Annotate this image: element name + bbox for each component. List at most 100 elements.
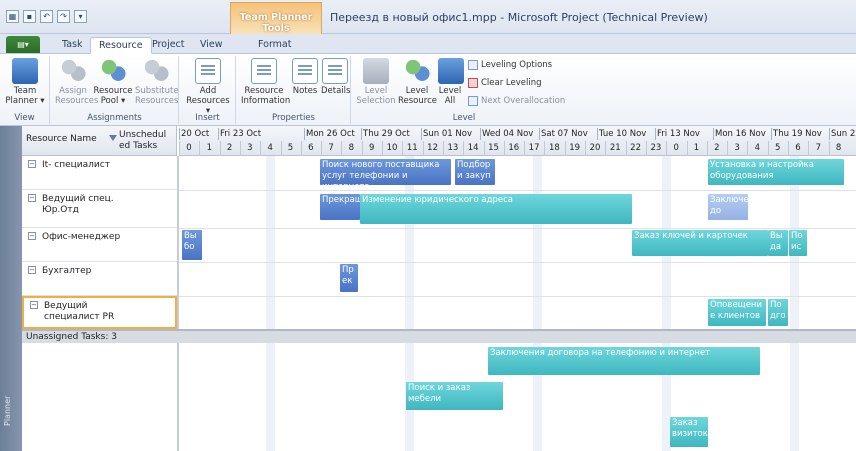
timescale-date: Thu 29 Oct: [363, 129, 410, 139]
task-bar[interactable]: Пр ек: [340, 264, 358, 292]
task-bar[interactable]: Заказ ключей и карточек: [632, 230, 768, 256]
task-bar[interactable]: Поиск и заказ мебели: [406, 382, 503, 410]
timescale-day-separator: [625, 141, 627, 156]
timescale-day-separator: [686, 141, 688, 156]
assign-resources-icon: [60, 58, 86, 84]
row-gridline: [179, 262, 856, 263]
leveling-options-icon: [468, 60, 478, 70]
timescale-date: Sun 01 Nov: [423, 129, 472, 139]
clear-leveling-button[interactable]: Clear Leveling: [468, 78, 542, 88]
task-bar[interactable]: Изменение юридического адреса: [360, 194, 632, 224]
collapse-icon[interactable]: −: [28, 194, 36, 202]
resource-name: Ведущий спец. Юр.Отд: [42, 194, 114, 215]
filter-icon[interactable]: [109, 135, 117, 141]
pane-divider[interactable]: [177, 156, 179, 451]
tab-format[interactable]: Format: [250, 37, 299, 54]
timescale-day-separator: [341, 141, 343, 156]
timescale-day: 3: [247, 143, 253, 153]
task-bar[interactable]: Заключения договора на телефонию и интер…: [488, 347, 760, 375]
level-all-button[interactable]: Level All: [438, 58, 464, 106]
timescale-day-separator: [585, 141, 586, 156]
leveling-options-button[interactable]: Leveling Options: [468, 60, 552, 70]
task-bar[interactable]: Вы да: [768, 230, 788, 256]
substitute-resources-button[interactable]: Substitute Resources: [135, 58, 179, 106]
resource-row[interactable]: − Бухгалтер: [22, 262, 177, 296]
resource-name: It- специалист: [42, 160, 110, 170]
group-label-level: Level: [452, 113, 476, 123]
timescale-day-separator: [767, 141, 769, 156]
timescale-separator: [655, 128, 656, 140]
group-insert: Add Resources ▾ Insert: [180, 56, 236, 124]
resource-information-button[interactable]: Resource Information: [241, 58, 291, 106]
team-planner-button[interactable]: Team Planner ▾: [4, 58, 46, 106]
timescale-day: 8: [348, 143, 355, 153]
resource-row[interactable]: − It- специалист: [22, 156, 177, 190]
collapse-icon[interactable]: −: [30, 301, 38, 309]
task-bar[interactable]: Заказ визиток: [670, 417, 708, 447]
substitute-resources-icon: [143, 58, 169, 84]
collapse-icon[interactable]: −: [28, 232, 36, 240]
file-button[interactable]: ▤▾: [6, 36, 40, 53]
nonworking-day: [266, 156, 275, 451]
group-assignments: Assign Resources Resource Pool ▾ Substit…: [51, 56, 179, 124]
resource-column-header[interactable]: Resource Name Unschedul ed Tasks: [22, 126, 177, 156]
collapse-icon[interactable]: −: [28, 160, 36, 168]
timescale-day-separator: [483, 141, 485, 156]
undo-icon[interactable]: ↶: [40, 10, 53, 23]
next-overallocation-button[interactable]: Next Overallocation: [468, 96, 565, 106]
app-icon[interactable]: ▦: [6, 10, 19, 23]
customize-qat-icon[interactable]: ▾: [74, 10, 87, 23]
timescale-day: 2: [226, 143, 233, 153]
resource-pool-label: Resource Pool ▾: [93, 86, 133, 106]
level-selection-button[interactable]: Level Selection: [356, 58, 396, 106]
task-bar[interactable]: По ис: [789, 230, 807, 256]
timescale-day-separator: [727, 141, 729, 156]
timescale-day-separator: [422, 141, 424, 156]
tab-resource[interactable]: Resource: [90, 37, 152, 54]
tab-view[interactable]: View: [192, 37, 231, 54]
level-selection-label: Level Selection: [356, 86, 396, 106]
task-bar[interactable]: По дго: [768, 299, 788, 326]
timescale-day: 7: [328, 143, 334, 153]
add-resources-button[interactable]: Add Resources ▾: [186, 58, 230, 116]
timescale-date: Tue 10 Nov: [599, 129, 647, 139]
resource-row[interactable]: − Ведущий спец. Юр.Отд: [22, 190, 177, 228]
task-bar[interactable]: Заключение до: [708, 194, 748, 220]
resource-row[interactable]: − Офис-менеджер: [22, 228, 177, 262]
task-bar[interactable]: Прекращение: [320, 194, 360, 220]
timescale-day-separator: [666, 141, 668, 156]
timescale-day: 1: [693, 143, 700, 153]
task-bar[interactable]: Подбор и закуп: [455, 159, 495, 185]
assign-resources-button[interactable]: Assign Resources: [55, 58, 98, 106]
timescale-day-separator: [179, 141, 180, 156]
timescale-date: Mon 16 Nov: [715, 129, 766, 139]
timescale-day: 11: [406, 143, 418, 153]
level-resource-button[interactable]: Level Resource: [398, 58, 437, 106]
unscheduled-tasks-header[interactable]: Unschedul ed Tasks: [119, 130, 176, 152]
tab-task[interactable]: Task: [54, 37, 91, 54]
next-overallocation-icon: [468, 96, 478, 106]
timescale-date: Thu 19 Nov: [773, 129, 822, 139]
notes-button[interactable]: Notes: [291, 58, 319, 96]
resource-pool-button[interactable]: Resource Pool ▾: [93, 58, 133, 106]
level-resource-icon: [404, 58, 430, 84]
redo-icon[interactable]: ↷: [57, 10, 70, 23]
team-planner-icon: [12, 58, 38, 84]
task-bar[interactable]: Оповещени е клиентов: [708, 299, 766, 326]
details-button[interactable]: Details: [321, 58, 350, 96]
task-bar[interactable]: Поиск нового поставщика услуг телефонии …: [320, 159, 451, 185]
timescale-date: Fri 13 Nov: [657, 129, 700, 139]
resource-information-label: Resource Information: [241, 86, 291, 106]
unassigned-tasks-header[interactable]: Unassigned Tasks: 3: [22, 329, 856, 343]
collapse-icon[interactable]: −: [28, 266, 36, 274]
view-bar[interactable]: Planner: [0, 126, 22, 451]
resource-row-selected[interactable]: − Ведущий специалист PR: [22, 296, 177, 329]
save-icon[interactable]: ▪: [23, 10, 36, 23]
timescale-date: Mon 26 Oct: [306, 129, 355, 139]
tab-project[interactable]: Project: [144, 37, 193, 54]
task-bar[interactable]: Установка и настройка оборудования: [708, 159, 844, 185]
ribbon-tab-row: ▤▾ Task Resource Project View Format: [0, 34, 856, 54]
resource-name-header[interactable]: Resource Name: [26, 134, 97, 144]
task-bar[interactable]: Вы бо: [182, 230, 202, 260]
clear-leveling-icon: [468, 78, 478, 88]
